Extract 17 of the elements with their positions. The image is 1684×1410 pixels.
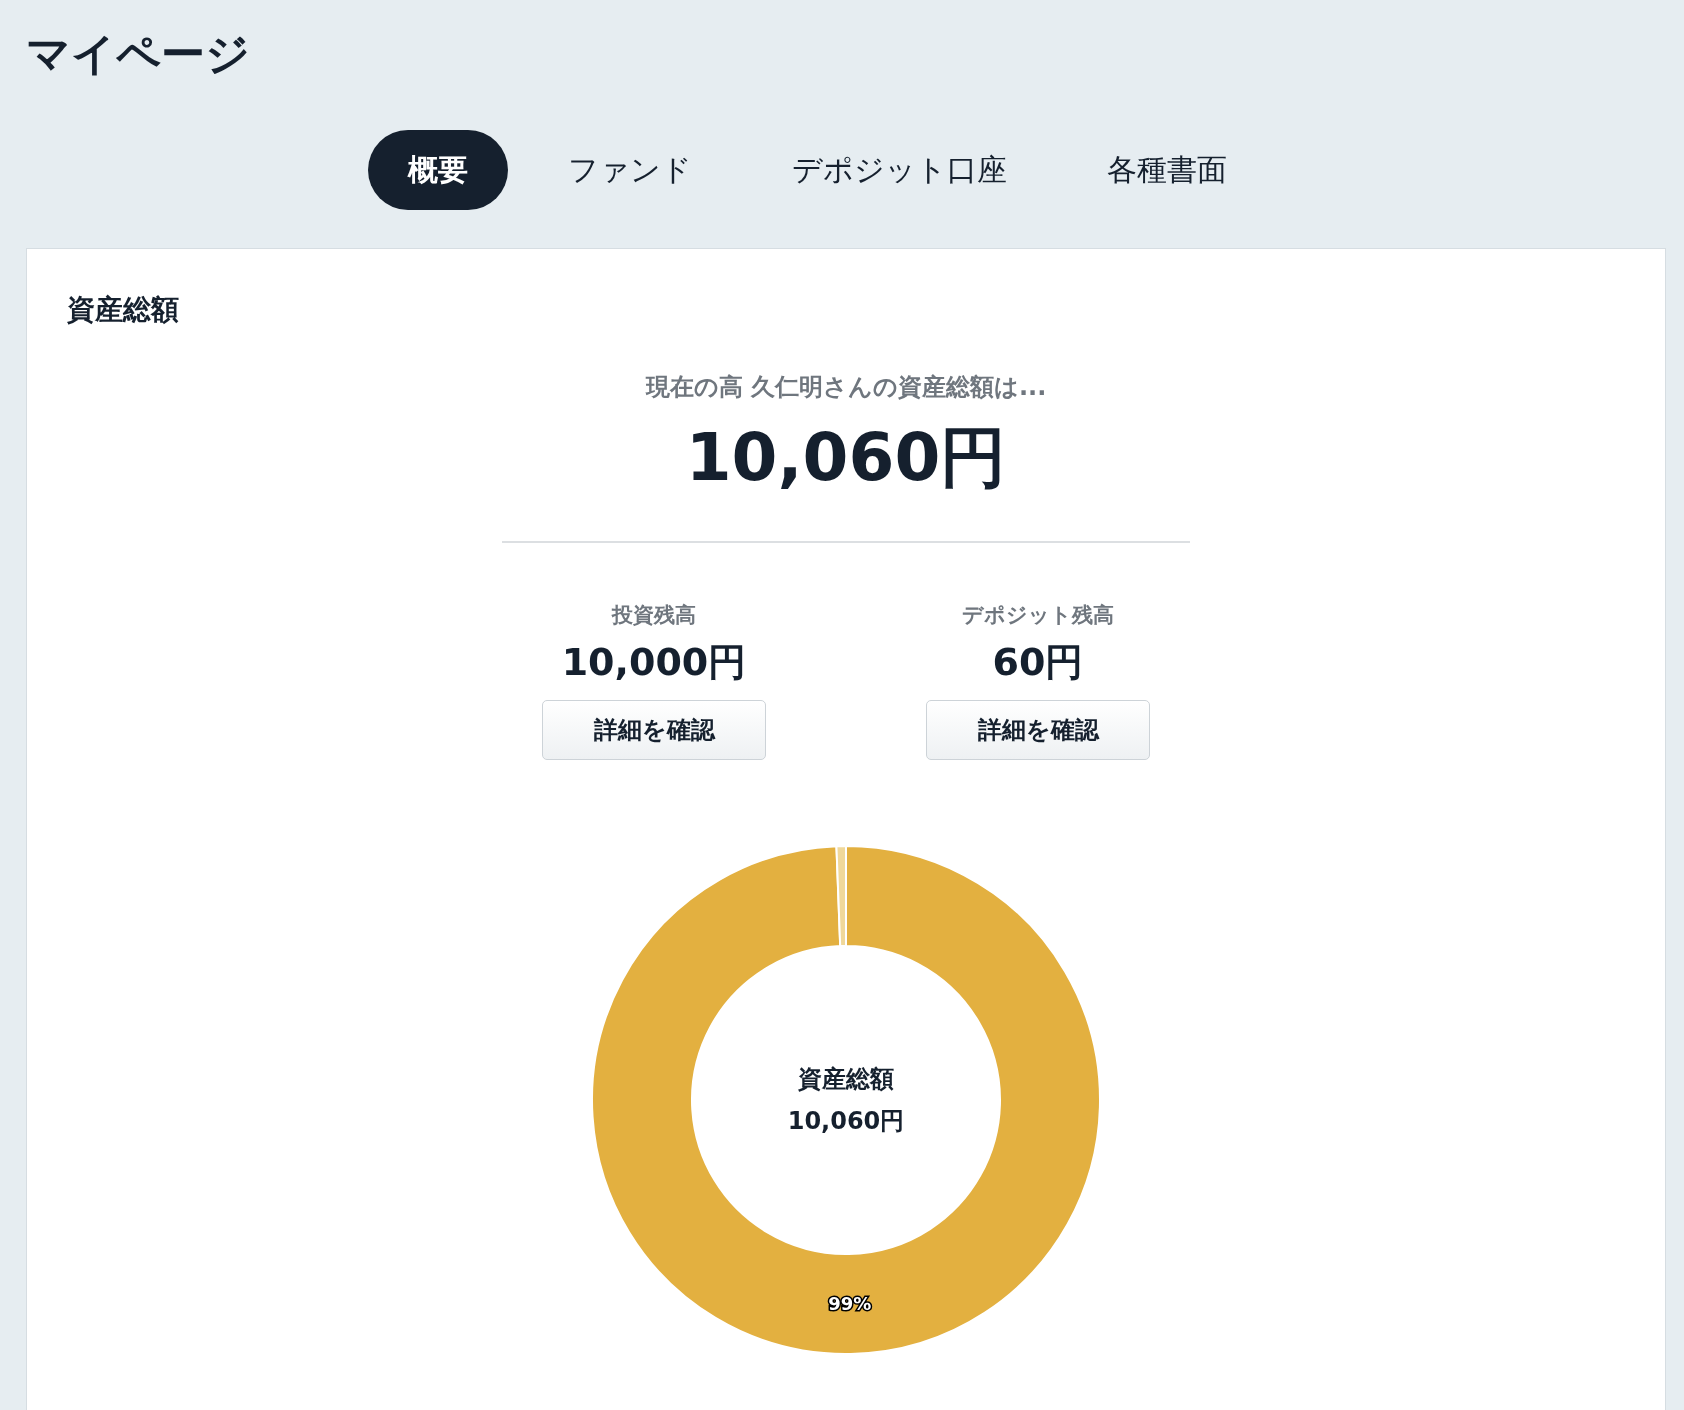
details-button[interactable]: 詳細を確認	[542, 700, 766, 760]
tab[interactable]: 概要	[368, 130, 508, 210]
tab[interactable]: ファンド	[528, 130, 732, 210]
balance-label: デポジット残高	[962, 602, 1114, 629]
total-amount: 10,060円	[685, 418, 1007, 498]
section-heading: 資産総額	[67, 292, 179, 328]
balance-amount: 10,000円	[561, 639, 747, 686]
tab[interactable]: 各種書面	[1067, 130, 1267, 210]
details-button[interactable]: 詳細を確認	[926, 700, 1150, 760]
donut-center-value: 10,060円	[787, 1106, 905, 1137]
slice-label: 99%	[828, 1292, 872, 1314]
page-title: マイページ	[26, 27, 251, 81]
donut-center-label: 資産総額	[798, 1064, 894, 1095]
balance-label: 投資残高	[612, 602, 696, 629]
intro-text: 現在の高 久仁明さんの資産総額は...	[645, 372, 1047, 403]
balance-amount: 60円	[992, 639, 1084, 686]
tab[interactable]: デポジット口座	[752, 130, 1047, 210]
